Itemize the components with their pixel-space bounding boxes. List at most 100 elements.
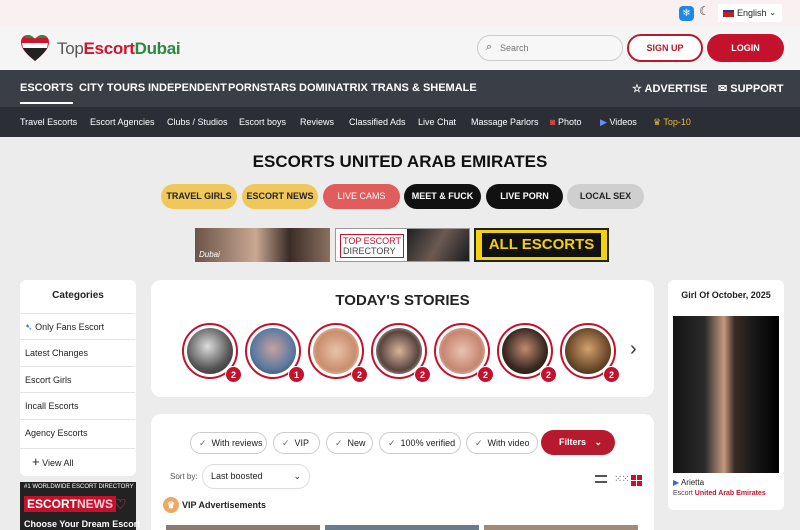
play-icon: ▶ [600, 117, 607, 127]
subnav-massage[interactable]: Massage Parlors [471, 117, 539, 127]
list-view-icon[interactable] [595, 475, 607, 483]
page-title: ESCORTS UNITED ARAB EMIRATES [252, 152, 548, 171]
banner-dubai-text: Dubai [199, 250, 220, 259]
pill-live-porn[interactable]: LIVE PORN [486, 184, 563, 209]
category-agency[interactable]: Agency Escorts [20, 419, 135, 445]
heart-icon: ♡ [114, 496, 127, 512]
story-item[interactable]: 2 [434, 323, 494, 383]
category-latest-changes[interactable]: Latest Changes [20, 339, 135, 365]
pill-live-cams[interactable]: LIVE CAMS [323, 184, 400, 209]
banner-directory-photo [407, 229, 469, 261]
check-icon: ✓ [388, 438, 396, 448]
nav-pornstars[interactable]: PORNSTARS [228, 82, 296, 94]
banner-all-escorts-text: ALL ESCORTS [482, 233, 601, 257]
listing-thumb[interactable] [166, 525, 320, 530]
search-box[interactable]: ⌕ [477, 35, 623, 61]
story-item[interactable]: 2 [371, 323, 431, 383]
check-icon: ✓ [475, 438, 483, 448]
story-item[interactable]: 2 [308, 323, 368, 383]
next-arrow-icon[interactable]: › [630, 338, 637, 361]
search-input[interactable] [500, 40, 610, 56]
snowflake-icon[interactable]: ❄ [679, 6, 694, 21]
check-icon: ✓ [335, 438, 343, 448]
subnav-classified[interactable]: Classified Ads [349, 117, 406, 127]
subnav-escort-boys[interactable]: Escort boys [239, 117, 286, 127]
mail-icon: ✉ [718, 83, 728, 95]
crown-icon: ♛ [163, 497, 179, 513]
story-item[interactable]: 2 [182, 323, 242, 383]
nav-support[interactable]: ✉ SUPPORT [718, 82, 783, 95]
category-escort-girls[interactable]: Escort Girls [20, 366, 135, 392]
onlyfans-icon: ➷ [25, 322, 33, 332]
banner-top-escort-directory[interactable]: TOP ESCORT DIRECTORY [335, 228, 470, 262]
subnav-videos[interactable]: ▶ Videos [600, 117, 637, 128]
subnav-clubs[interactable]: Clubs / Studios [167, 117, 228, 127]
promo-tag: #1 WORLDWIDE ESCORT DIRECTORY [24, 484, 134, 490]
girl-of-month-title: Girl Of October, 2025 [681, 290, 771, 300]
search-icon: ⌕ [486, 41, 493, 53]
login-button[interactable]: LOGIN [707, 34, 784, 62]
banner-directory-text: TOP ESCORT DIRECTORY [340, 234, 405, 258]
grid-view-icon[interactable]: ⁙⁙ [614, 474, 630, 485]
stories-title: TODAY'S STORIES [335, 292, 470, 309]
check-icon: ✓ [199, 438, 207, 448]
subnav-travel-escorts[interactable]: Travel Escorts [20, 117, 77, 127]
pill-local-sex[interactable]: LOCAL SEX [567, 184, 644, 209]
language-selector[interactable]: English ⌄ [718, 4, 782, 22]
header: TopEscortDubai ⌕ SIGN UP LOGIN [0, 26, 800, 70]
logo-heart-icon[interactable] [20, 34, 50, 62]
subnav-top10[interactable]: ♛ Top-10 [653, 117, 691, 128]
filter-new[interactable]: ✓ New [326, 432, 373, 454]
category-only-fans[interactable]: ➷ Only Fans Escort [20, 313, 135, 339]
logo-text[interactable]: TopEscortDubai [57, 39, 181, 59]
story-item[interactable]: 2 [560, 323, 620, 383]
signup-button[interactable]: SIGN UP [627, 34, 703, 62]
check-icon: ✓ [282, 438, 290, 448]
banner-all-escorts[interactable]: ALL ESCORTS [474, 228, 609, 262]
moon-icon[interactable]: ☾ [699, 4, 710, 18]
girl-of-month-card: Girl Of October, 2025 ▶ Arietta Escort U… [668, 280, 784, 510]
sort-label: Sort by: [170, 472, 198, 481]
filter-vip[interactable]: ✓ VIP [273, 432, 320, 454]
story-item[interactable]: 1 [245, 323, 305, 383]
girl-of-month-meta: Escort United Arab Emirates [673, 490, 766, 497]
escort-news-promo[interactable]: #1 WORLDWIDE ESCORT DIRECTORY ESCORTNEWS… [20, 482, 140, 530]
chevron-down-icon: ⌄ [293, 471, 301, 481]
promo-brand: ESCORTNEWS [24, 496, 117, 512]
filters-button[interactable]: Filters ⌄ [541, 430, 615, 455]
categories-card: Categories ➷ Only Fans Escort Latest Cha… [20, 280, 136, 476]
category-incall[interactable]: Incall Escorts [20, 392, 135, 418]
sub-nav: Travel Escorts Escort Agencies Clubs / S… [0, 107, 800, 137]
sort-select[interactable]: Last boosted ⌄ [202, 464, 310, 489]
listing-thumb[interactable] [484, 525, 638, 530]
play-icon: ▶ [673, 478, 680, 487]
girl-of-month-photo[interactable] [673, 316, 779, 473]
subnav-reviews[interactable]: Reviews [300, 117, 334, 127]
view-all-button[interactable]: + View All [20, 448, 135, 474]
language-label: English [737, 8, 767, 18]
nav-dominatrix[interactable]: DOMINATRIX [299, 82, 368, 94]
subnav-live-chat[interactable]: Live Chat [418, 117, 456, 127]
subnav-photo[interactable]: ◙ Photo [550, 117, 581, 127]
nav-advertise[interactable]: ☆ ADVERTISE [632, 82, 708, 95]
pill-meet-fuck[interactable]: MEET & FUCK [404, 184, 481, 209]
filter-with-video[interactable]: ✓ With video [466, 432, 538, 454]
pill-travel-girls[interactable]: TRAVEL GIRLS [161, 184, 237, 209]
chevron-down-icon: ⌄ [594, 437, 603, 447]
vip-heading: ♛ VIP Advertisements [163, 497, 266, 513]
pill-escort-news[interactable]: ESCORT NEWS [242, 184, 318, 209]
girl-of-month-name[interactable]: ▶ Arietta [673, 478, 704, 487]
banner-dubai[interactable]: Dubai [195, 228, 330, 262]
nav-trans[interactable]: TRANS & SHEMALE [371, 82, 477, 94]
subnav-escort-agencies[interactable]: Escort Agencies [90, 117, 155, 127]
filter-with-reviews[interactable]: ✓ With reviews [190, 432, 267, 454]
categories-title: Categories [52, 290, 104, 301]
listing-thumb[interactable] [325, 525, 479, 530]
story-item[interactable]: 2 [497, 323, 557, 383]
large-grid-icon[interactable] [631, 475, 642, 486]
nav-independent[interactable]: INDEPENDENT [148, 82, 227, 94]
filter-verified[interactable]: ✓ 100% verified [379, 432, 461, 454]
nav-escorts[interactable]: ESCORTS [20, 82, 74, 104]
nav-city-tours[interactable]: CITY TOURS [79, 82, 145, 94]
uk-flag-icon [723, 10, 734, 18]
